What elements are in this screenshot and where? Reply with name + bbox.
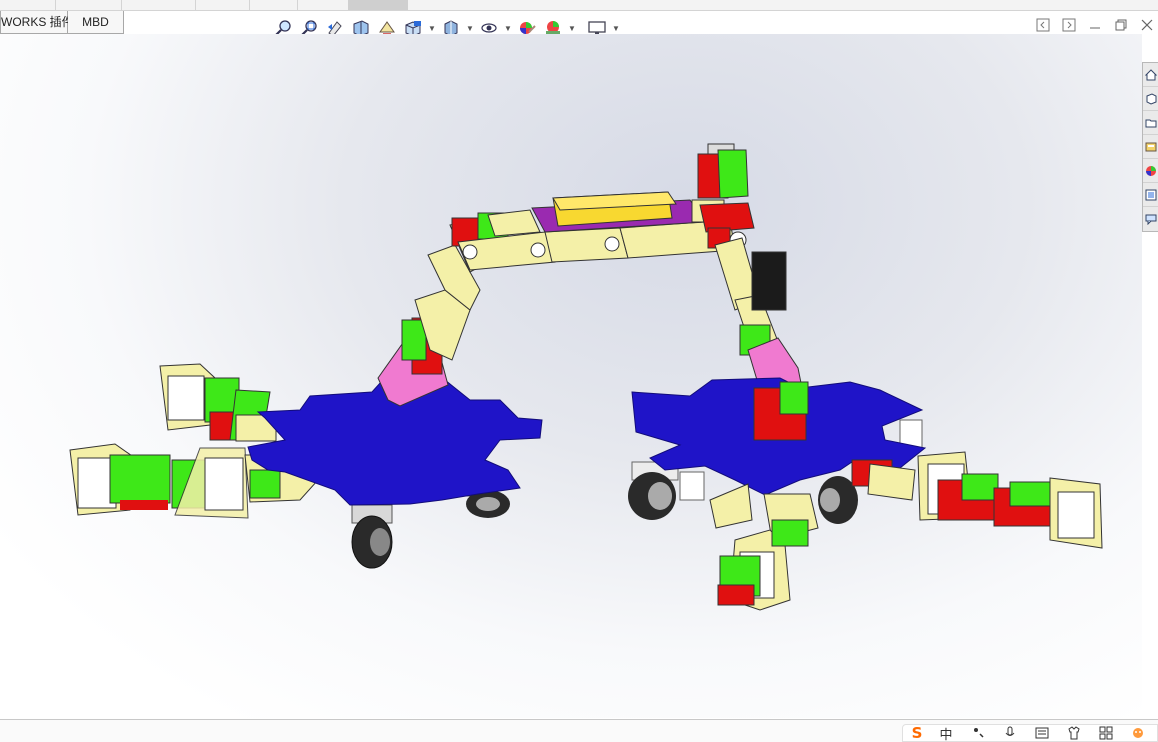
close-icon[interactable] — [1138, 16, 1156, 34]
left-caster-wheel — [351, 504, 393, 569]
ribbon-tab-stub[interactable] — [250, 0, 298, 10]
keyboard-icon[interactable] — [1029, 724, 1055, 742]
ime-mode-toggle[interactable]: 中 — [933, 724, 959, 742]
graphics-area[interactable] — [0, 34, 1142, 718]
resources-icon[interactable] — [1143, 87, 1158, 111]
ribbon-tab-active[interactable] — [348, 0, 408, 10]
tile-right-icon[interactable] — [1060, 16, 1078, 34]
right-arm-column — [714, 237, 803, 391]
custom-properties-icon[interactable] — [1143, 183, 1158, 207]
robot-assembly-model[interactable] — [0, 34, 1142, 718]
ime-toolbar: S 中 — [902, 724, 1158, 742]
skin-icon[interactable] — [1061, 724, 1087, 742]
ribbon-tab-stub[interactable] — [56, 0, 122, 10]
restore-icon[interactable] — [1112, 16, 1130, 34]
ime-logo[interactable]: S — [907, 724, 927, 742]
appearances-icon[interactable] — [1143, 159, 1158, 183]
home-icon[interactable] — [1143, 63, 1158, 87]
punctuation-icon[interactable] — [965, 724, 991, 742]
tab-solidworks-addins[interactable]: WORKS 插件 — [0, 11, 74, 34]
ribbon-tab-stub[interactable] — [122, 0, 196, 10]
tile-left-icon[interactable] — [1034, 16, 1052, 34]
right-caster-wheel-left — [628, 461, 705, 520]
right-side-leg — [851, 451, 1103, 549]
tab-mbd[interactable]: MBD — [68, 11, 124, 34]
forum-icon[interactable] — [1143, 207, 1158, 231]
design-library-icon[interactable] — [1143, 111, 1158, 135]
right-front-leg — [709, 483, 819, 611]
more-icon[interactable] — [1125, 724, 1151, 742]
right-base-servo — [753, 381, 809, 441]
window-controls — [1034, 16, 1156, 34]
minimize-icon[interactable] — [1086, 16, 1104, 34]
top-ribbon-strip — [0, 0, 1158, 11]
ribbon-tab-stub[interactable] — [0, 0, 56, 10]
top-head-servo — [697, 143, 749, 199]
command-manager-tabs: WORKS 插件 MBD — [0, 11, 124, 34]
toolbox-icon[interactable] — [1093, 724, 1119, 742]
microphone-icon[interactable] — [997, 724, 1023, 742]
top-bridge — [457, 191, 755, 271]
ribbon-tab-stub[interactable] — [196, 0, 250, 10]
file-explorer-icon[interactable] — [1143, 135, 1158, 159]
task-pane-tabs — [1142, 62, 1158, 232]
